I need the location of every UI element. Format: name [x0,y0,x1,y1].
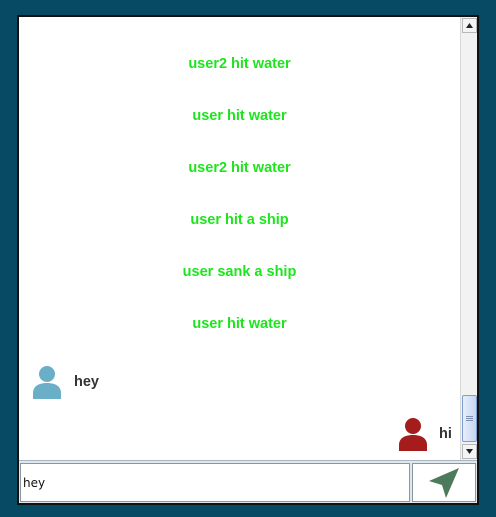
chevron-up-icon [466,23,473,28]
event-message: user2 hit water [188,160,291,176]
chat-area: user2 hit water user hit water user2 hit… [19,17,460,460]
send-button[interactable] [412,463,476,502]
chat-scrollbar[interactable] [460,17,477,460]
event-message: user sank a ship [182,264,297,280]
event-message: user hit water [192,316,287,332]
send-icon [429,467,459,498]
message-input[interactable] [20,463,410,502]
message-text: hi [439,426,452,442]
user-avatar-icon [399,418,427,451]
composer [19,460,477,503]
event-message: user2 hit water [188,56,291,72]
chat-window: user2 hit water user hit water user2 hit… [17,15,479,505]
scroll-down-button[interactable] [462,444,477,459]
incoming-message: hey [32,365,99,399]
scroll-up-button[interactable] [462,18,477,33]
scroll-thumb[interactable] [462,395,477,442]
event-message: user hit water [192,108,287,124]
message-text: hey [74,374,99,390]
user-avatar-icon [33,366,61,399]
event-message: user hit a ship [190,212,289,228]
outgoing-message: hi [399,417,452,451]
chevron-down-icon [466,449,473,454]
